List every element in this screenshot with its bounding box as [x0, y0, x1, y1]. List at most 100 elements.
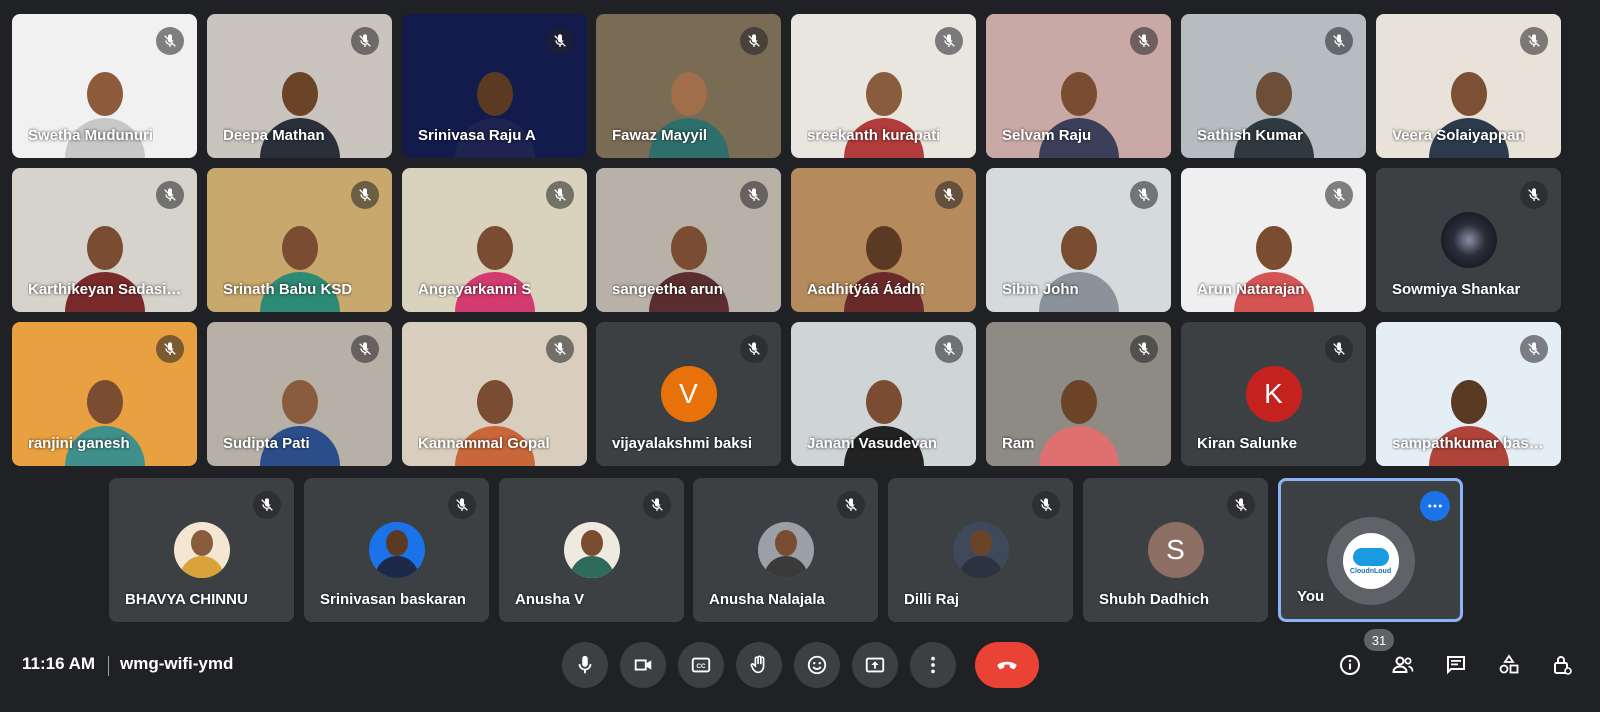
participant-tile[interactable]: Anusha V	[499, 478, 684, 622]
participant-tile[interactable]: Sudipta Pati	[207, 322, 392, 466]
participant-tile[interactable]: S Shubh Dadhich	[1083, 478, 1268, 622]
muted-mic-icon	[740, 181, 768, 209]
muted-mic-icon	[935, 27, 963, 55]
meeting-details-button[interactable]	[1330, 645, 1370, 685]
participant-tile[interactable]: Ram	[986, 322, 1171, 466]
participant-name: Sibin John	[1002, 281, 1079, 298]
participant-tile[interactable]: Sibin John	[986, 168, 1171, 312]
muted-mic-icon	[1520, 335, 1548, 363]
muted-mic-icon	[156, 181, 184, 209]
more-options-icon[interactable]	[1420, 491, 1450, 521]
more-vert-icon	[931, 656, 935, 674]
muted-mic-icon	[740, 27, 768, 55]
participant-tile[interactable]: Srinivasa Raju A	[402, 14, 587, 158]
end-call-icon	[997, 661, 1017, 670]
captions-button[interactable]: CC	[678, 642, 724, 688]
more-options-button[interactable]	[910, 642, 956, 688]
muted-mic-icon	[1130, 181, 1158, 209]
participant-name: You	[1297, 588, 1325, 605]
avatar	[952, 522, 1009, 578]
participant-tile[interactable]: Sathish Kumar	[1181, 14, 1366, 158]
participant-tile[interactable]: Dilli Raj	[888, 478, 1073, 622]
participant-tile[interactable]: Kannammal Gopal	[402, 322, 587, 466]
avatar	[1440, 212, 1497, 268]
participant-tile[interactable]: sreekanth kurapati	[791, 14, 976, 158]
participant-tile[interactable]: Swetha Mudunuri	[12, 14, 197, 158]
participant-name: Aadhitÿáá Áádhî	[807, 281, 925, 298]
participant-name: Kannammal Gopal	[418, 435, 550, 452]
captions-icon: CC	[691, 657, 711, 673]
participant-tile[interactable]: Fawaz Mayyil	[596, 14, 781, 158]
muted-mic-icon	[546, 181, 574, 209]
muted-mic-icon	[1130, 335, 1158, 363]
end-call-button[interactable]	[975, 642, 1039, 688]
participant-tile[interactable]: Aadhitÿáá Áádhî	[791, 168, 976, 312]
participant-tile[interactable]: Srinath Babu KSD	[207, 168, 392, 312]
participant-tile[interactable]: Sowmiya Shankar	[1376, 168, 1561, 312]
muted-mic-icon	[935, 181, 963, 209]
chat-button[interactable]	[1436, 645, 1476, 685]
participant-tile[interactable]: Anusha Nalajala	[693, 478, 878, 622]
participant-name: Srinivasa Raju A	[418, 127, 536, 144]
participant-name: Anusha V	[515, 591, 585, 608]
participant-name: Fawaz Mayyil	[612, 127, 708, 144]
present-button[interactable]	[852, 642, 898, 688]
camera-button[interactable]	[620, 642, 666, 688]
avatar: CloudnLoud	[1326, 517, 1415, 605]
muted-mic-icon	[837, 491, 865, 519]
participant-tile[interactable]: sampathkumar baskaran	[1376, 322, 1561, 466]
participant-tile[interactable]: Janani Vasudevan	[791, 322, 976, 466]
muted-mic-icon	[351, 181, 379, 209]
muted-mic-icon	[351, 27, 379, 55]
participant-tile[interactable]: Angayarkanni S	[402, 168, 587, 312]
chat-icon	[1447, 656, 1465, 675]
participant-tile[interactable]: Veera Solaiyappan	[1376, 14, 1561, 158]
muted-mic-icon	[935, 335, 963, 363]
participant-tile[interactable]: BHAVYA CHINNU	[109, 478, 294, 622]
participant-name: Shubh Dadhich	[1099, 591, 1209, 608]
participant-tile[interactable]: Vvijayalakshmi baksi	[596, 322, 781, 466]
muted-mic-icon	[546, 27, 574, 55]
present-icon	[865, 657, 885, 673]
separator	[108, 656, 109, 676]
participant-name: vijayalakshmi baksi	[612, 435, 753, 452]
participant-name: Sudipta Pati	[223, 435, 310, 452]
participant-name: Deepa Mathan	[223, 127, 325, 144]
participant-tile[interactable]: Deepa Mathan	[207, 14, 392, 158]
participant-name: Kiran Salunke	[1197, 435, 1298, 452]
emoji-button[interactable]	[794, 642, 840, 688]
raise-hand-button[interactable]	[736, 642, 782, 688]
bottom-bar: 11:16 AM wmg-wifi-ymd CC 31	[0, 629, 1600, 712]
participant-name: Srinivasan baskaran	[320, 591, 466, 608]
muted-mic-icon	[643, 491, 671, 519]
participant-tile[interactable]: ranjini ganesh	[12, 322, 197, 466]
muted-mic-icon	[253, 491, 281, 519]
participant-tile[interactable]: Srinivasan baskaran	[304, 478, 489, 622]
participant-name: Veera Solaiyappan	[1392, 127, 1525, 144]
mic-button[interactable]	[562, 642, 608, 688]
participant-name: Karthikeyan Sadasivam	[28, 281, 188, 298]
participant-tile[interactable]: sangeetha arun	[596, 168, 781, 312]
activities-button[interactable]	[1489, 645, 1529, 685]
raise-hand-icon	[750, 655, 765, 674]
meeting-code[interactable]: wmg-wifi-ymd	[120, 654, 233, 674]
participant-tile[interactable]: Karthikeyan Sadasivam	[12, 168, 197, 312]
muted-mic-icon	[1325, 181, 1353, 209]
participant-name: Selvam Raju	[1002, 127, 1092, 144]
participant-name: Swetha Mudunuri	[28, 127, 153, 144]
svg-text:CC: CC	[696, 663, 706, 670]
participant-tile[interactable]: K Kiran Salunke	[1181, 322, 1366, 466]
clock: 11:16 AM	[22, 654, 96, 673]
avatar: V	[660, 366, 717, 422]
muted-mic-icon	[351, 335, 379, 363]
muted-mic-icon	[546, 335, 574, 363]
muted-mic-icon	[740, 335, 768, 363]
participant-name: Arun Natarajan	[1197, 281, 1305, 298]
participant-tile[interactable]: Selvam Raju	[986, 14, 1171, 158]
host-controls-button[interactable]	[1542, 645, 1582, 685]
participant-tile[interactable]: Arun Natarajan	[1181, 168, 1366, 312]
participant-name: sreekanth kurapati	[807, 127, 941, 144]
self-tile[interactable]: CloudnLoud You	[1278, 478, 1463, 622]
people-button[interactable]	[1383, 645, 1423, 685]
muted-mic-icon	[156, 27, 184, 55]
